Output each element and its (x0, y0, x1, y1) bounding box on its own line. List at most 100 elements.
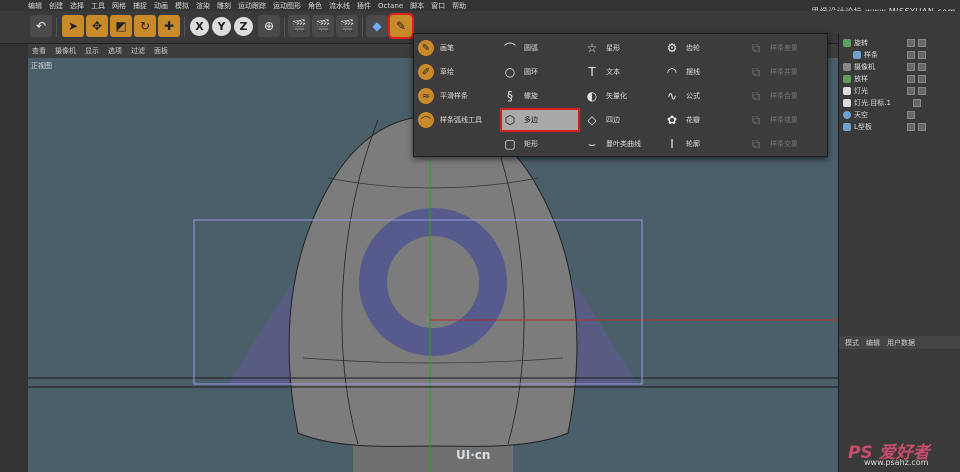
menu-item-pen[interactable]: ✎ 画笔 (418, 38, 454, 58)
attributes-edit[interactable]: 编辑 (866, 338, 880, 348)
menu-item-n-side[interactable]: ⬡ 多边 (500, 108, 580, 132)
menu-mograph[interactable]: 运动图形 (273, 1, 301, 11)
toolbar-separator (56, 17, 57, 37)
menu-simulate[interactable]: 模拟 (175, 1, 189, 11)
menu-tools[interactable]: 工具 (91, 1, 105, 11)
menu-sculpt[interactable]: 雕刻 (217, 1, 231, 11)
spline-or-icon: ⧉ (751, 112, 761, 127)
l-plate-icon (843, 122, 851, 131)
object-row[interactable]: 放样 (843, 73, 926, 84)
menu-item-rectangle[interactable]: ▢ 矩形 (502, 134, 578, 154)
object-flags[interactable] (907, 38, 926, 47)
render-settings-icon[interactable]: 🎬 (336, 15, 358, 37)
menu-item-spline-or[interactable]: ⧉ 样条或集 (748, 110, 798, 130)
menu-window[interactable]: 窗口 (431, 1, 445, 11)
menu-item-sketch[interactable]: ✐ 草绘 (418, 62, 454, 82)
menu-character[interactable]: 角色 (308, 1, 322, 11)
object-row[interactable]: 旋转 (843, 37, 926, 48)
scale-icon[interactable]: ◩ (110, 15, 132, 37)
object-row[interactable]: 天空 (843, 109, 915, 120)
object-flags[interactable] (907, 122, 926, 131)
helix-icon: § (507, 89, 513, 103)
torus-hole (387, 236, 479, 328)
object-flags[interactable] (907, 110, 915, 119)
profile-icon: Ⅰ (670, 137, 674, 151)
menu-edit[interactable]: 编辑 (28, 1, 42, 11)
object-flags[interactable] (907, 50, 926, 59)
flower-icon: ✿ (666, 113, 678, 127)
smooth-spline-icon: ≈ (418, 88, 434, 104)
loft-icon (843, 74, 851, 83)
object-row[interactable]: 灯光.目标.1 (843, 97, 921, 108)
spline-icon (853, 50, 861, 59)
menu-help[interactable]: 帮助 (452, 1, 466, 11)
viewport-menu-filter[interactable]: 过滤 (131, 46, 145, 56)
menu-item-cogwheel[interactable]: ⚙ 齿轮 (664, 38, 700, 58)
object-row[interactable]: 摄像机 (843, 61, 926, 72)
object-row[interactable]: L型板 (843, 121, 926, 132)
menu-script[interactable]: 脚本 (410, 1, 424, 11)
cogwheel-icon: ⚙ (666, 41, 678, 55)
viewport-menu-options[interactable]: 选项 (108, 46, 122, 56)
menu-plugins[interactable]: 插件 (357, 1, 371, 11)
menu-item-helix[interactable]: § 螺旋 (502, 86, 578, 106)
menu-item-flower[interactable]: ✿ 花瓣 (664, 110, 700, 130)
viewport-menu-view[interactable]: 查看 (32, 46, 46, 56)
rotate-icon[interactable]: ↻ (134, 15, 156, 37)
object-flags[interactable] (907, 74, 926, 83)
vectorizer-icon: ◐ (586, 89, 598, 103)
object-flags[interactable] (907, 62, 926, 71)
object-flags[interactable] (907, 86, 926, 95)
spline-arc-icon: ⌒ (418, 112, 434, 128)
menu-item-spline-intersect[interactable]: ⧉ 样条交集 (748, 134, 798, 154)
menu-motion-tracking[interactable]: 运动跟踪 (238, 1, 266, 11)
menu-item-4-side[interactable]: ◇ 四边 (584, 110, 620, 130)
menu-octane[interactable]: Octane (378, 2, 403, 10)
menu-item-profile[interactable]: Ⅰ 轮廓 (664, 134, 700, 154)
object-row[interactable]: 样条 (853, 49, 926, 60)
render-view-icon[interactable]: 🎬 (288, 15, 310, 37)
cube-icon[interactable]: ◆ (366, 15, 388, 37)
menu-item-vectorizer[interactable]: ◐ 矢量化 (584, 86, 627, 106)
menu-render[interactable]: 渲染 (196, 1, 210, 11)
menu-item-spline-and[interactable]: ⧉ 样条合集 (748, 86, 798, 106)
viewport-menu-display[interactable]: 显示 (85, 46, 99, 56)
menu-item-arc[interactable]: ⌒ 圆弧 (502, 38, 578, 58)
menu-item-circle[interactable]: ○ 圆环 (502, 62, 578, 82)
watermark-uicn: UI·cn (456, 448, 491, 462)
menu-item-spline-union[interactable]: ⧉ 样条并集 (748, 62, 798, 82)
menu-pipeline[interactable]: 流水线 (329, 1, 350, 11)
axis-x-button[interactable]: X (190, 17, 209, 36)
attributes-mode[interactable]: 模式 (845, 338, 859, 348)
menu-select[interactable]: 选择 (70, 1, 84, 11)
attributes-menubar: 模式 编辑 用户数据 (839, 336, 960, 349)
menu-item-cissoid[interactable]: ⌣ 蔓叶类曲线 (584, 134, 641, 154)
spline-pen-icon[interactable]: ✎ (388, 13, 414, 39)
coordinate-system-icon[interactable]: ⊕ (258, 15, 280, 37)
menu-create[interactable]: 创建 (49, 1, 63, 11)
axis-z-button[interactable]: Z (234, 17, 253, 36)
menu-item-spline-subtract[interactable]: ⧉ 样条差集 (748, 38, 798, 58)
menu-animate[interactable]: 动画 (154, 1, 168, 11)
move-icon[interactable]: ✥ (86, 15, 108, 37)
axis-y-button[interactable]: Y (212, 17, 231, 36)
attributes-user-data[interactable]: 用户数据 (887, 338, 915, 348)
menu-item-smooth-spline[interactable]: ≈ 平滑样条 (418, 86, 468, 106)
arc-icon: ⌒ (503, 41, 516, 56)
select-arrow-icon[interactable]: ➤ (62, 15, 84, 37)
object-flags[interactable] (913, 98, 921, 107)
object-row[interactable]: 灯光 (843, 85, 926, 96)
render-picture-viewer-icon[interactable]: 🎬 (312, 15, 334, 37)
menu-item-text[interactable]: T 文本 (584, 62, 620, 82)
menu-snap[interactable]: 捕捉 (133, 1, 147, 11)
viewport-menu-panel[interactable]: 面板 (154, 46, 168, 56)
menu-item-spline-arc-tool[interactable]: ⌒ 样条弧线工具 (418, 110, 482, 130)
object-manager: 旋转 样条 摄像机 放样 灯光 灯光.目标.1 天空 L型板 模式 编辑 用户数… (838, 33, 960, 472)
add-icon[interactable]: ✚ (158, 15, 180, 37)
menu-item-star[interactable]: ☆ 星形 (584, 38, 620, 58)
viewport-menu-camera[interactable]: 摄像机 (55, 46, 76, 56)
undo-icon[interactable]: ↶ (30, 15, 52, 37)
menu-item-cycloid[interactable]: ◠ 摆线 (664, 62, 700, 82)
menu-mesh[interactable]: 网格 (112, 1, 126, 11)
menu-item-formula[interactable]: ∿ 公式 (664, 86, 700, 106)
